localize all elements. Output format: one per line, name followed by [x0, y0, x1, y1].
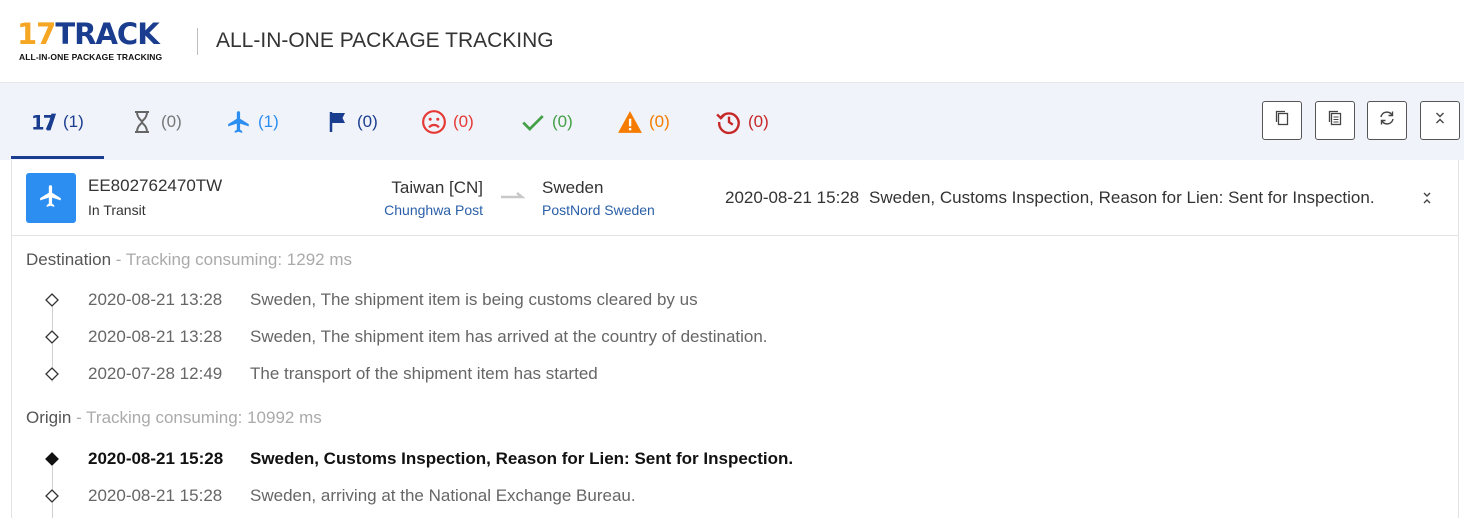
- status-badge: [26, 173, 76, 223]
- flag-icon: [325, 109, 351, 135]
- collapse-all-button[interactable]: [1420, 101, 1460, 140]
- event-description: Sweden, The shipment item has arrived at…: [250, 327, 768, 346]
- destination-carrier-link[interactable]: PostNord Sweden: [542, 202, 655, 218]
- route-arrow-icon: [501, 192, 526, 199]
- shipment-status: In Transit: [88, 202, 146, 218]
- tab-delivered[interactable]: (0): [520, 83, 573, 160]
- latest-event-description: Sweden, Customs Inspection, Reason for L…: [869, 188, 1375, 207]
- event-time: 2020-08-21 13:28: [88, 290, 223, 309]
- refresh-button[interactable]: [1367, 101, 1407, 140]
- logo-17: 17: [17, 17, 56, 51]
- tab-expired[interactable]: (0): [716, 83, 769, 160]
- tab-count: (0): [649, 111, 670, 131]
- page-title: ALL-IN-ONE PACKAGE TRACKING: [216, 29, 554, 52]
- origin-carrier-link[interactable]: Chunghwa Post: [384, 202, 483, 218]
- copy-button[interactable]: [1262, 101, 1302, 140]
- event-time: 2020-08-21 15:28: [88, 449, 224, 468]
- airplane-icon: [226, 109, 252, 135]
- section-label: Destination: [26, 250, 112, 269]
- timeline-event: 2020-08-21 13:28 Sweden, The shipment it…: [12, 325, 1412, 351]
- sad-face-icon: [421, 109, 447, 135]
- copy-icon: [1274, 109, 1290, 132]
- timeline-event-latest: 2020-08-21 15:28 Sweden, Customs Inspect…: [12, 447, 1412, 473]
- tab-count: (0): [552, 111, 573, 131]
- checkmark-icon: [520, 109, 546, 135]
- tracking-consuming-meta: - Tracking consuming: 1292 ms: [111, 250, 353, 269]
- tab-count: (0): [161, 111, 182, 131]
- copy-all-button[interactable]: [1315, 101, 1355, 140]
- status-tab-bar: 17 (1) (0) (1) (0) (0) (0) (0) (0): [0, 83, 1464, 160]
- refresh-icon: [1378, 109, 1396, 132]
- 17track-logo[interactable]: 17TRACK ALL-IN-ONE PACKAGE TRACKING: [17, 18, 182, 64]
- tab-count: (1): [258, 111, 279, 131]
- tab-in-transit[interactable]: (1): [226, 83, 279, 160]
- hourglass-icon: [129, 109, 155, 135]
- app-header: 17TRACK ALL-IN-ONE PACKAGE TRACKING ALL-…: [0, 0, 1464, 83]
- expand-collapse-icon[interactable]: [1418, 188, 1436, 208]
- destination-section-header: Destination - Tracking consuming: 1292 m…: [26, 250, 352, 270]
- history-icon: [716, 109, 742, 135]
- tracking-result-panel: EE802762470TW In Transit Taiwan [CN] Chu…: [11, 160, 1459, 518]
- event-time: 2020-08-21 13:28: [88, 327, 223, 346]
- event-description: The transport of the shipment item has s…: [250, 364, 598, 383]
- origin-section-header: Origin - Tracking consuming: 10992 ms: [26, 408, 322, 428]
- event-time: 2020-07-28 12:49: [88, 364, 223, 383]
- active-tab-indicator: [11, 156, 104, 159]
- event-description: Sweden, Customs Inspection, Reason for L…: [250, 449, 794, 468]
- timeline-event: 2020-07-28 12:49 The transport of the sh…: [12, 362, 1412, 388]
- collapse-icon: [1433, 109, 1447, 132]
- 17-logo-icon: 17: [31, 109, 57, 135]
- shipment-summary-row[interactable]: EE802762470TW In Transit Taiwan [CN] Chu…: [12, 160, 1458, 236]
- origin-country: Taiwan [CN]: [391, 178, 483, 197]
- tab-count: (0): [453, 111, 474, 131]
- diamond-outline-icon: [45, 489, 59, 503]
- tab-all[interactable]: 17 (1): [31, 83, 84, 160]
- tab-count: (0): [748, 111, 769, 131]
- airplane-icon: [38, 183, 64, 214]
- tab-undelivered[interactable]: (0): [421, 83, 474, 160]
- diamond-outline-icon: [45, 367, 59, 381]
- event-time: 2020-08-21 15:28: [88, 486, 223, 505]
- timeline-event: 2020-08-21 13:28 Sweden, The shipment it…: [12, 288, 1412, 314]
- tab-count: (0): [357, 111, 378, 131]
- tab-count: (1): [63, 111, 84, 131]
- event-description: Sweden, arriving at the National Exchang…: [250, 486, 636, 505]
- latest-event-time: 2020-08-21 15:28: [725, 188, 860, 207]
- logo-tagline: ALL-IN-ONE PACKAGE TRACKING: [19, 52, 163, 62]
- logo-track: TRACK: [55, 17, 159, 51]
- tab-alert[interactable]: (0): [617, 83, 670, 160]
- diamond-outline-icon: [45, 293, 59, 307]
- event-description: Sweden, The shipment item is being custo…: [250, 290, 698, 309]
- tab-not-found[interactable]: (0): [129, 83, 182, 160]
- diamond-outline-icon: [45, 330, 59, 344]
- warning-icon: [617, 109, 643, 135]
- section-label: Origin: [26, 408, 72, 427]
- tracking-number[interactable]: EE802762470TW: [88, 176, 222, 196]
- diamond-filled-icon: [45, 452, 59, 466]
- copy-all-icon: [1327, 109, 1343, 132]
- destination-country: Sweden: [542, 178, 604, 197]
- header-divider: [197, 28, 198, 55]
- tab-pickup[interactable]: (0): [325, 83, 378, 160]
- timeline-event: 2020-08-21 15:28 Sweden, arriving at the…: [12, 484, 1412, 510]
- tracking-consuming-meta: - Tracking consuming: 10992 ms: [71, 408, 322, 427]
